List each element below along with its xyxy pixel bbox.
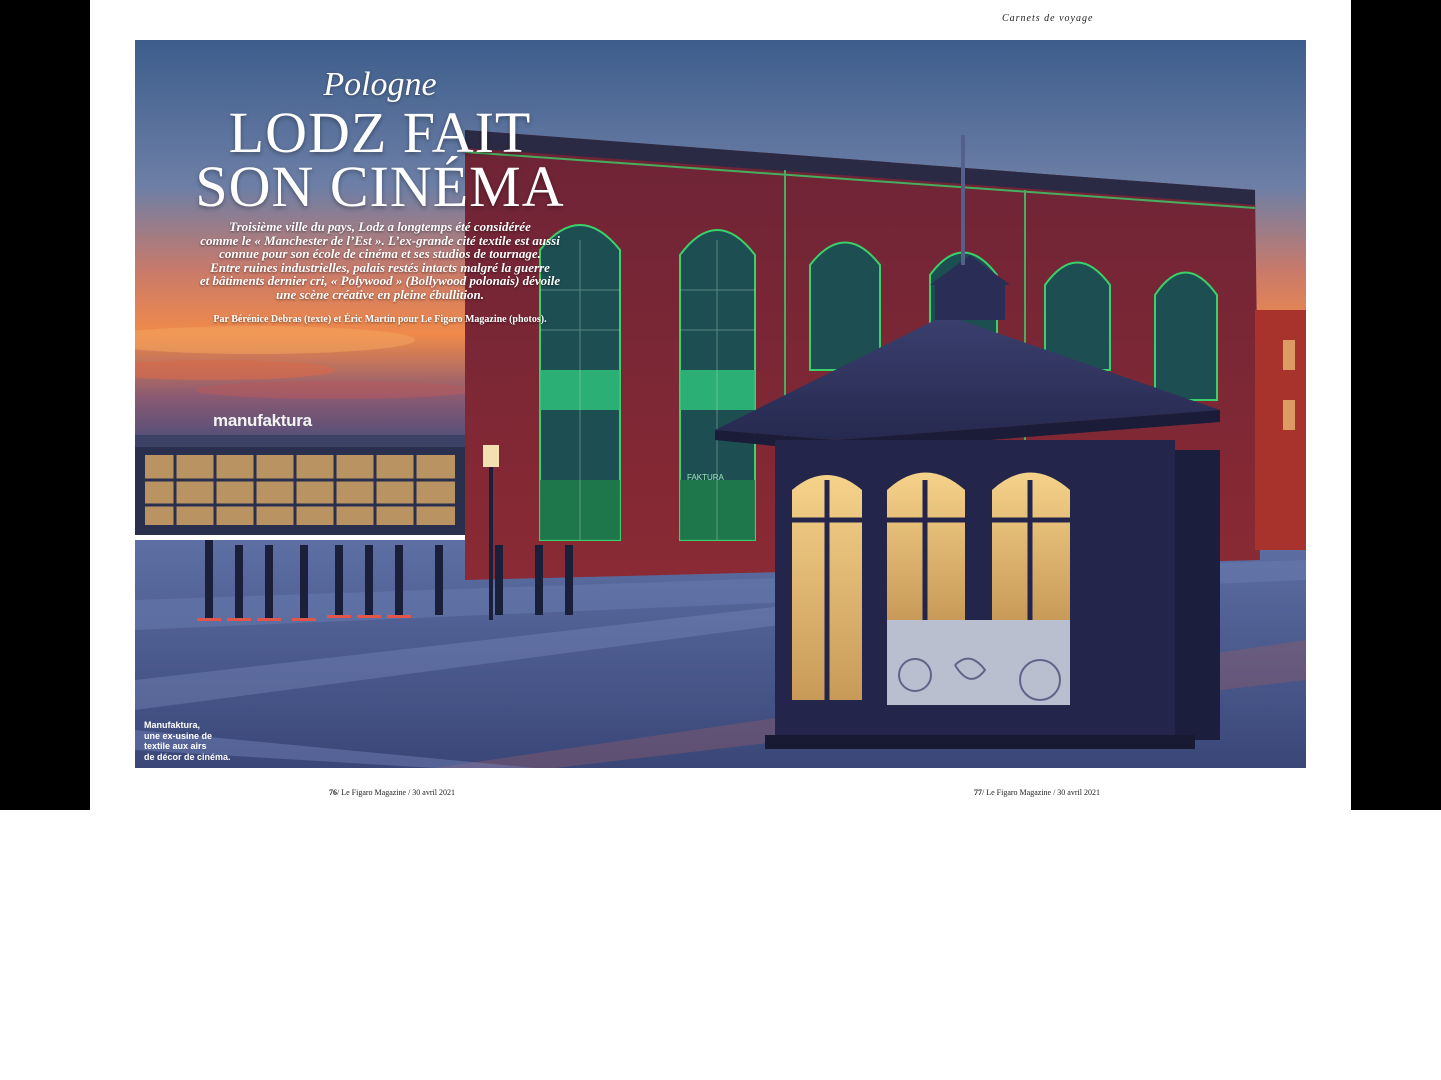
folio-text-right: / Le Figaro Magazine / 30 avril 2021	[982, 788, 1100, 797]
standfirst-line: comme le « Manchester de l’Est ». L’ex-g…	[200, 232, 560, 248]
caption-line: textile aux airs	[144, 741, 207, 751]
facade-sign-text: FAKTURA	[687, 473, 725, 482]
standfirst-line: Entre ruines industrielles, palais resté…	[210, 259, 550, 275]
standfirst-line: connue pour son école de cinéma et ses s…	[219, 246, 541, 262]
page-number-left: 76	[329, 788, 337, 797]
article-headline: LODZ FAIT SON CINÉMA	[135, 100, 625, 219]
left-black-margin	[0, 0, 90, 810]
article-byline: Par Bérénice Debras (texte) et Éric Mart…	[213, 314, 547, 325]
caption-line: une ex-usine de	[144, 730, 213, 741]
standfirst-line: Troisième ville du pays, Lodz a longtemp…	[229, 219, 531, 234]
headline-line: LODZ FAIT	[228, 100, 532, 165]
folio-text-left: / Le Figaro Magazine / 30 avril 2021	[337, 788, 455, 797]
right-black-margin	[1351, 0, 1441, 810]
photo-caption: Manufaktura, une ex-usine de textile aux…	[144, 720, 264, 762]
headline-line: SON CINÉMA	[195, 154, 565, 219]
standfirst-line: et bâtiments dernier cri, « Polywood » (…	[199, 273, 561, 289]
standfirst-line: une scène créative en pleine ébullition.	[276, 286, 484, 302]
article-kicker: Pologne	[323, 66, 437, 103]
caption-line: Manufaktura,	[144, 720, 201, 730]
section-rubric: Carnets de voyage	[1002, 13, 1094, 24]
page-folio-left: 76/ Le Figaro Magazine / 30 avril 2021	[329, 788, 455, 797]
page-folio-right: 77/ Le Figaro Magazine / 30 avril 2021	[974, 788, 1100, 797]
article-standfirst: Troisième ville du pays, Lodz a longtemp…	[150, 220, 610, 302]
page-number-right: 77	[974, 788, 982, 797]
manufaktura-sign: manufaktura	[213, 411, 312, 430]
caption-line: de décor de cinéma.	[144, 751, 231, 762]
